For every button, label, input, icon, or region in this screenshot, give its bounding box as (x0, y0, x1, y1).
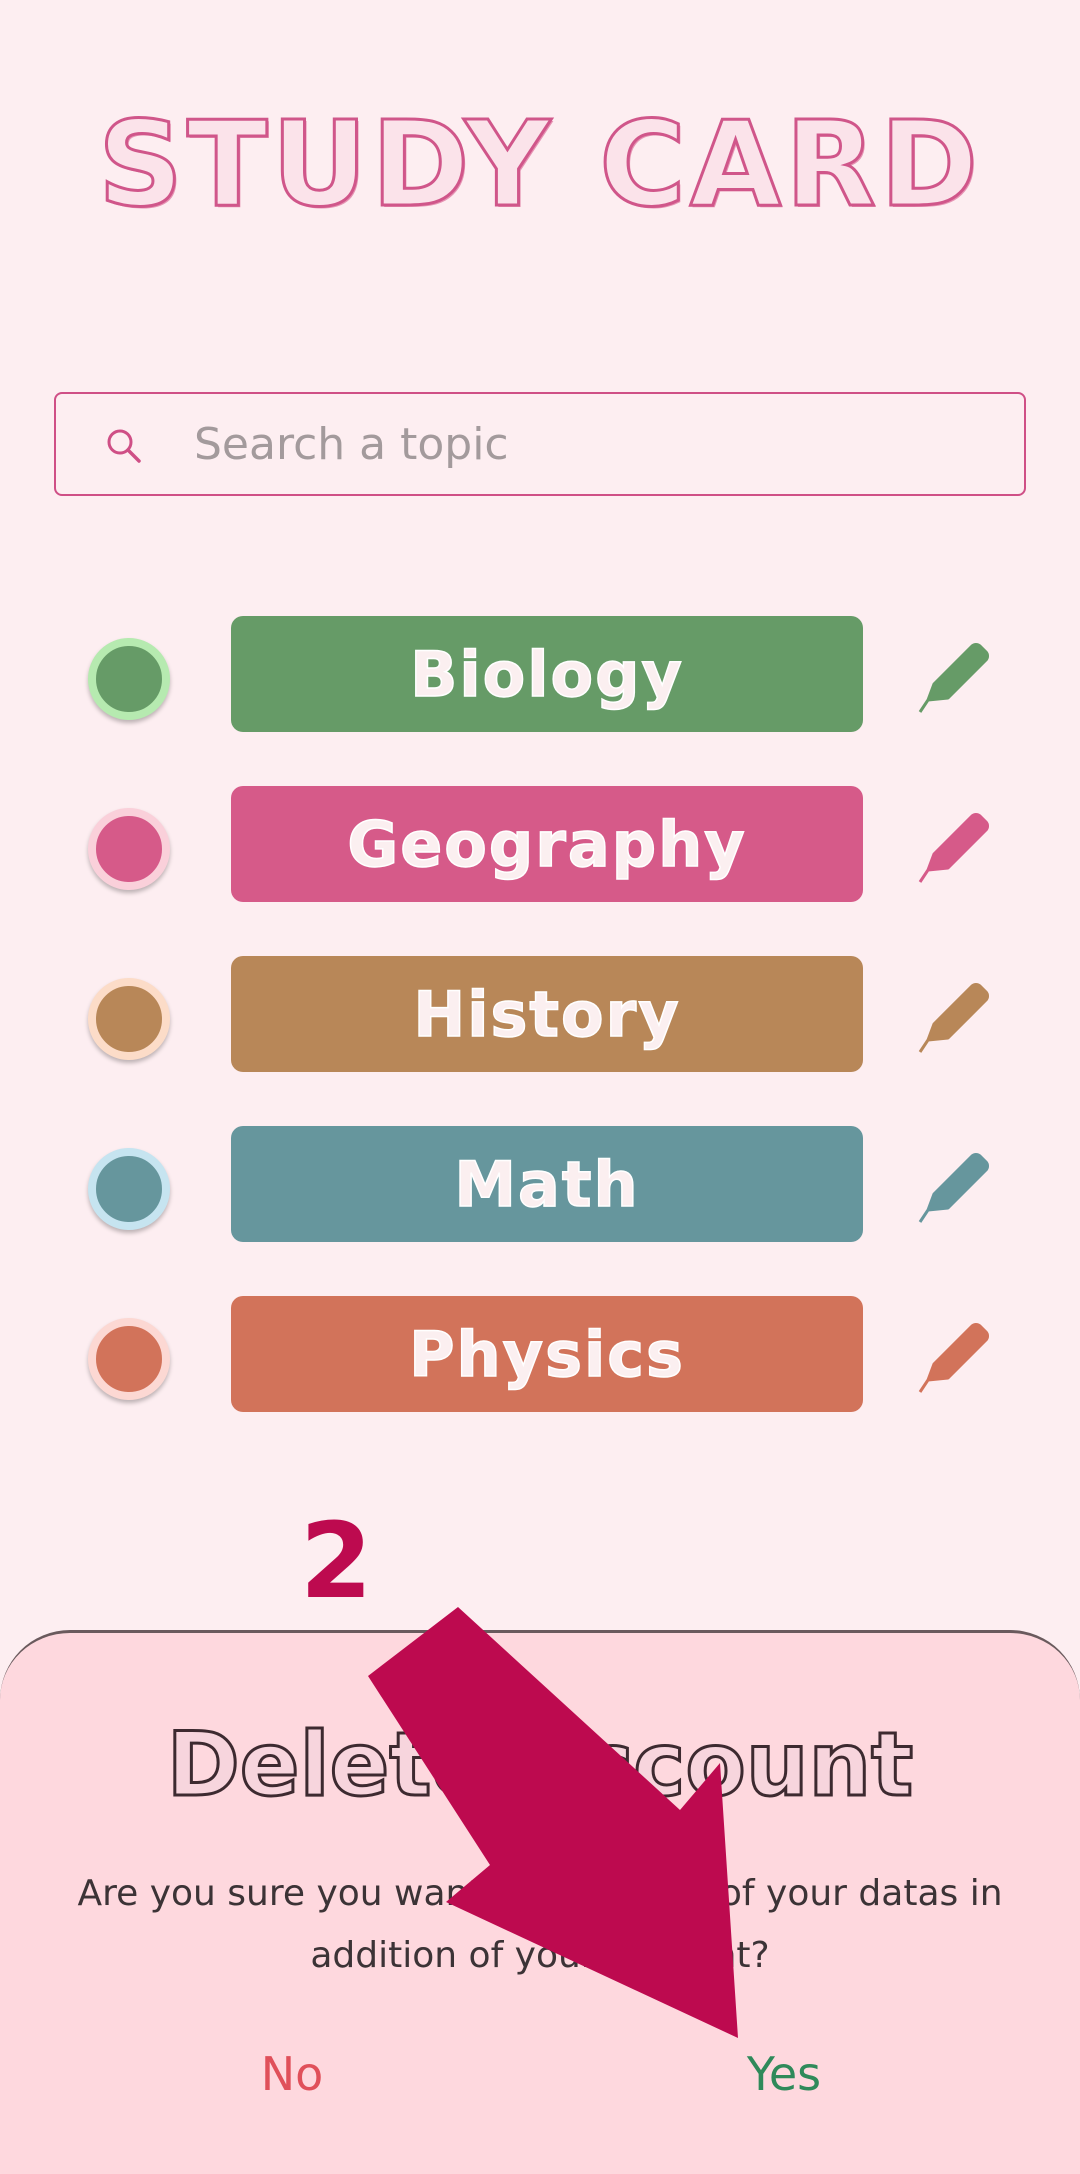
sheet-message: Are you sure you want to delete all of y… (77, 1873, 1003, 1976)
pencil-icon[interactable] (916, 804, 998, 886)
no-button[interactable]: No (192, 2041, 392, 2107)
delete-account-sheet: Delete account Are you sure you want to … (0, 1630, 1080, 2174)
color-dot[interactable] (88, 638, 170, 720)
topic-button-physics[interactable]: Physics (231, 1296, 863, 1412)
pencil-icon[interactable] (916, 974, 998, 1056)
topic-button-history[interactable]: History (231, 956, 863, 1072)
search-input[interactable] (194, 394, 994, 494)
color-dot[interactable] (88, 978, 170, 1060)
yes-button[interactable]: Yes (684, 2041, 884, 2107)
topic-row-geography: Geography (0, 786, 1080, 902)
search-icon (107, 429, 141, 463)
topic-button-math[interactable]: Math (231, 1126, 863, 1242)
topic-row-math: Math (0, 1126, 1080, 1242)
app-title: STUDY CARD (97, 94, 982, 235)
color-dot[interactable] (88, 1148, 170, 1230)
topic-row-history: History (0, 956, 1080, 1072)
topic-button-biology[interactable]: Biology (231, 616, 863, 732)
color-dot[interactable] (88, 1318, 170, 1400)
pencil-icon[interactable] (916, 1144, 998, 1226)
sheet-title: Delete account (165, 1712, 915, 1818)
topic-button-geography[interactable]: Geography (231, 786, 863, 902)
pencil-icon[interactable] (916, 1314, 998, 1396)
pencil-icon[interactable] (916, 634, 998, 716)
step-number: 2 (300, 1500, 373, 1622)
color-dot[interactable] (88, 808, 170, 890)
topic-row-biology: Biology (0, 616, 1080, 732)
search-bar[interactable] (54, 392, 1026, 496)
topic-row-physics: Physics (0, 1296, 1080, 1412)
